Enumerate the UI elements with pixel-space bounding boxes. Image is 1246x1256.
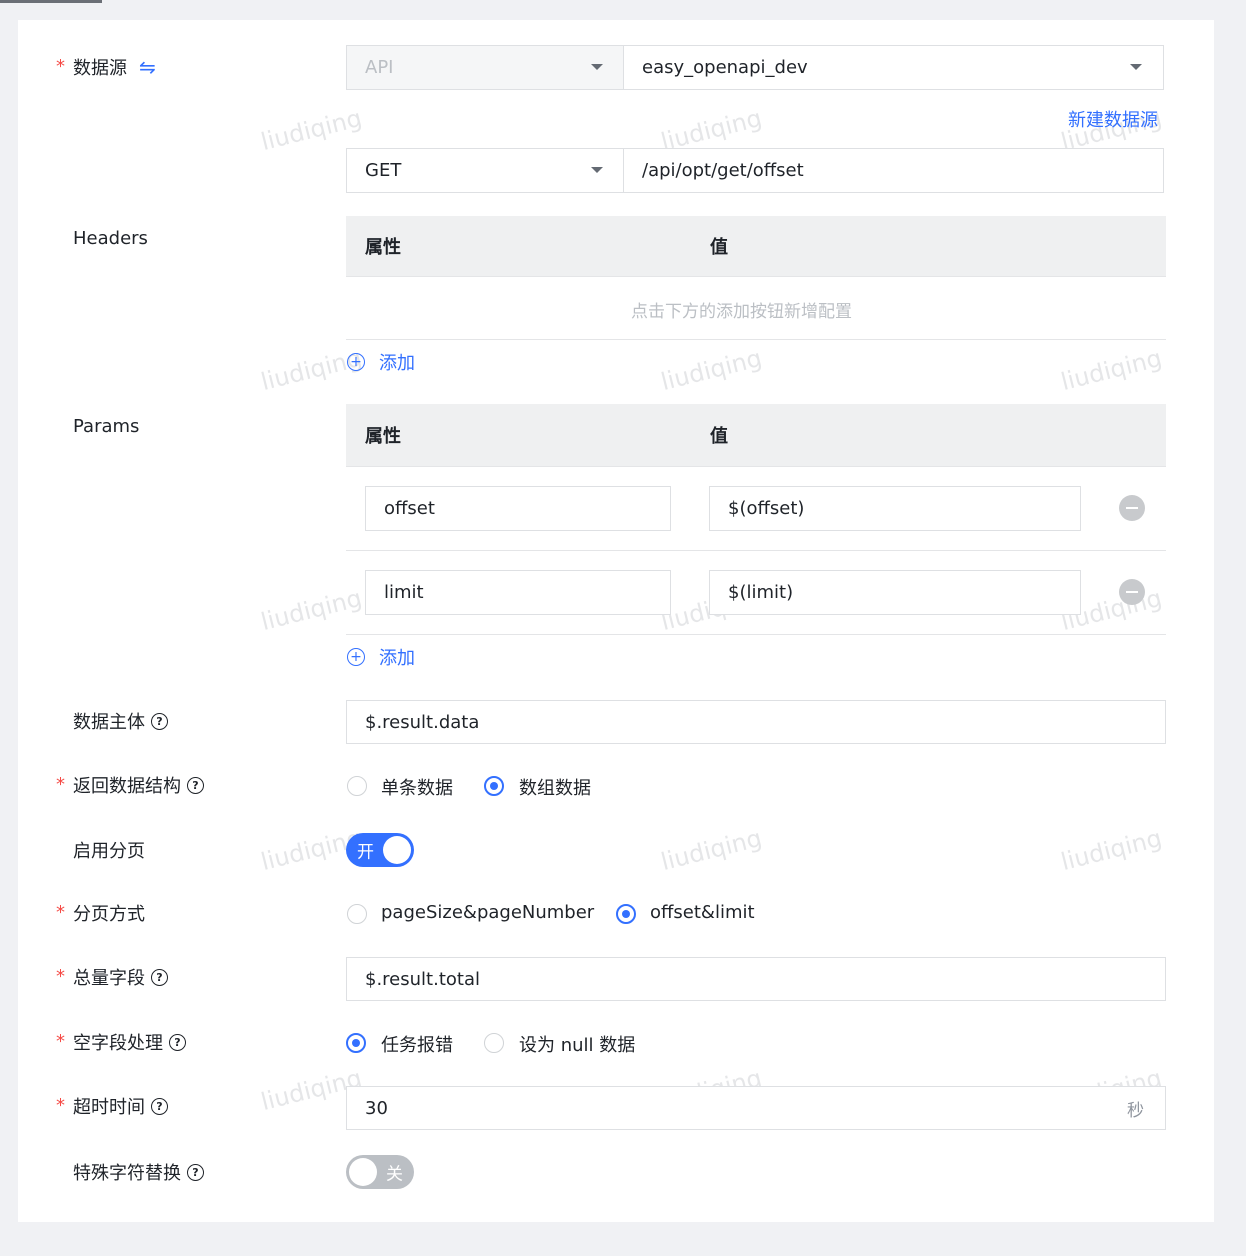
form-card: liudiqing liudiqing liudiqing liudiqing …	[18, 20, 1214, 1222]
divider	[346, 550, 1166, 551]
datasource-label: 数据源 ⇋	[73, 55, 156, 79]
param-value-input[interactable]: $(limit)	[709, 570, 1081, 615]
radio-offset-label: offset&limit	[650, 902, 755, 923]
headers-empty-text: 点击下方的添加按钮新增配置	[631, 302, 852, 322]
paging-mode-label: 分页方式	[73, 904, 145, 925]
minus-circle-icon[interactable]	[1119, 495, 1145, 521]
required-mark: *	[56, 966, 65, 987]
col-attr-header: 属性	[365, 426, 401, 447]
active-tab-indicator	[0, 0, 102, 3]
paging-switch[interactable]: 开	[346, 833, 414, 867]
total-field-label: 总量字段 ?	[73, 964, 168, 990]
headers-label: Headers	[73, 227, 148, 249]
param-key-input[interactable]: limit	[365, 570, 671, 615]
new-datasource-link[interactable]: 新建数据源	[1068, 106, 1158, 132]
divider	[346, 276, 1166, 277]
headers-table-header: 属性 值	[346, 216, 1166, 276]
radio-set-null[interactable]	[484, 1033, 504, 1053]
col-attr-header: 属性	[365, 237, 401, 258]
radio-task-error[interactable]	[346, 1033, 366, 1053]
timeout-label: 超时时间 ?	[73, 1093, 168, 1119]
chevron-down-icon	[591, 64, 603, 70]
params-add-button[interactable]: + 添加	[347, 644, 415, 670]
api-path-input[interactable]: /api/opt/get/offset	[623, 148, 1164, 193]
col-value-header: 值	[710, 237, 728, 258]
watermark: liudiqing	[1058, 343, 1165, 397]
param-key-input[interactable]: offset	[365, 486, 671, 531]
special-char-switch[interactable]: 关	[346, 1155, 414, 1189]
empty-field-label: 空字段处理 ?	[73, 1029, 186, 1055]
timeout-unit: 秒	[1127, 1101, 1144, 1121]
switch-knob	[383, 836, 411, 864]
minus-circle-icon[interactable]	[1119, 579, 1145, 605]
watermark: liudiqing	[658, 343, 765, 397]
timeout-input[interactable]: 30	[346, 1086, 1166, 1130]
headers-add-button[interactable]: + 添加	[347, 349, 415, 375]
radio-set-null-label: 设为 null 数据	[519, 1035, 636, 1056]
params-label: Params	[73, 415, 140, 437]
radio-pagesize[interactable]	[347, 904, 367, 924]
required-mark: *	[56, 1031, 65, 1052]
radio-task-error-label: 任务报错	[381, 1035, 453, 1056]
paging-label: 启用分页	[73, 841, 145, 862]
plus-circle-icon: +	[347, 353, 365, 371]
plus-circle-icon: +	[347, 648, 365, 666]
required-mark: *	[56, 1095, 65, 1116]
special-char-label: 特殊字符替换 ?	[73, 1159, 204, 1185]
param-value-input[interactable]: $(offset)	[709, 486, 1081, 531]
radio-single-label: 单条数据	[381, 778, 453, 799]
http-method-select[interactable]: GET	[346, 148, 624, 193]
data-body-label: 数据主体 ?	[73, 708, 168, 734]
chevron-down-icon	[591, 167, 603, 173]
required-mark: *	[56, 774, 65, 795]
watermark: liudiqing	[258, 583, 365, 637]
swap-icon[interactable]: ⇋	[139, 55, 156, 79]
chevron-down-icon	[1130, 64, 1142, 70]
datasource-type-select: API	[346, 45, 624, 90]
help-circle-icon[interactable]: ?	[151, 1097, 168, 1115]
radio-pagesize-label: pageSize&pageNumber	[381, 902, 595, 923]
radio-single[interactable]	[347, 776, 367, 796]
params-table-header: 属性 值	[346, 404, 1166, 466]
switch-text: 开	[357, 842, 374, 863]
data-body-input[interactable]: $.result.data	[346, 700, 1166, 744]
divider	[346, 339, 1166, 340]
help-circle-icon[interactable]: ?	[187, 1163, 204, 1181]
radio-array[interactable]	[484, 776, 504, 796]
col-value-header: 值	[710, 426, 728, 447]
total-field-input[interactable]: $.result.total	[346, 957, 1166, 1001]
switch-knob	[349, 1158, 377, 1186]
required-mark: *	[56, 56, 65, 77]
watermark: liudiqing	[658, 823, 765, 877]
help-circle-icon[interactable]: ?	[151, 712, 168, 730]
watermark: liudiqing	[1058, 823, 1165, 877]
datasource-select[interactable]: easy_openapi_dev	[623, 45, 1164, 90]
help-circle-icon[interactable]: ?	[187, 776, 204, 794]
help-circle-icon[interactable]: ?	[151, 968, 168, 986]
required-mark: *	[56, 902, 65, 923]
return-struct-label: 返回数据结构 ?	[73, 772, 204, 798]
divider	[346, 634, 1166, 635]
switch-text: 关	[386, 1164, 403, 1185]
radio-array-label: 数组数据	[519, 778, 591, 799]
help-circle-icon[interactable]: ?	[169, 1033, 186, 1051]
divider	[346, 466, 1166, 467]
radio-offset[interactable]	[616, 904, 636, 924]
